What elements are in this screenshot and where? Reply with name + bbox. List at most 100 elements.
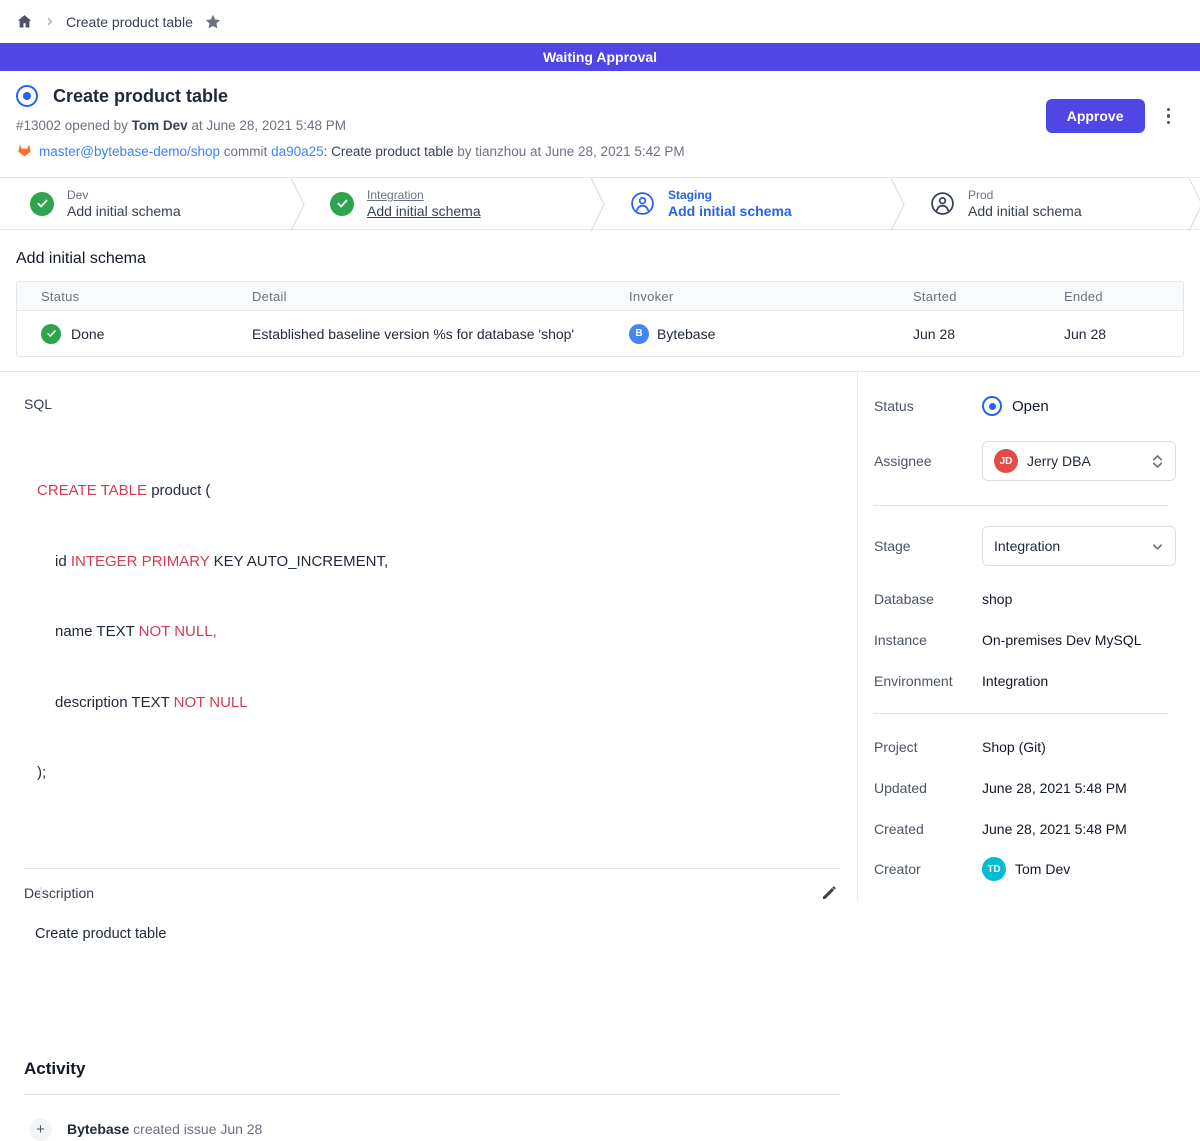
divider bbox=[24, 868, 840, 869]
assignee-select[interactable]: JD Jerry DBA bbox=[982, 441, 1176, 481]
assignee-avatar: JD bbox=[994, 449, 1018, 473]
creator-value: Tom Dev bbox=[1015, 861, 1070, 877]
home-icon[interactable] bbox=[16, 13, 33, 30]
task-section-title: Add initial schema bbox=[16, 250, 1184, 268]
environment-value: Integration bbox=[982, 673, 1048, 689]
sql-code-block: CREATE TABLE product ( id INTEGER PRIMAR… bbox=[37, 432, 857, 832]
creator-label: Creator bbox=[874, 861, 982, 877]
approve-button[interactable]: Approve bbox=[1046, 99, 1145, 133]
creator-avatar: TD bbox=[982, 857, 1006, 881]
activity-action: created issue Jun 28 bbox=[129, 1121, 262, 1137]
status-value: Open bbox=[1012, 398, 1049, 415]
stage-staging[interactable]: Staging Add initial schema bbox=[600, 178, 900, 229]
assignee-label: Assignee bbox=[874, 453, 982, 469]
issue-detail-panel: SQL CREATE TABLE product ( id INTEGER PR… bbox=[0, 372, 857, 901]
chevron-down-icon bbox=[1151, 540, 1164, 553]
invoker-name: Bytebase bbox=[657, 326, 715, 342]
divider bbox=[24, 1094, 840, 1095]
sql-text: product ( bbox=[147, 482, 210, 499]
stage-dev[interactable]: Dev Add initial schema bbox=[0, 178, 300, 229]
pipeline-stages: Dev Add initial schema Integration Add i… bbox=[0, 177, 1200, 230]
vcs-commit-message: : Create product table bbox=[324, 144, 454, 159]
status-label: Status bbox=[874, 398, 982, 414]
activity-actor: Bytebase bbox=[67, 1121, 129, 1137]
activity-title: Activity bbox=[24, 1059, 857, 1079]
created-label: Created bbox=[874, 821, 982, 837]
issue-header: Create product table #13002 opened by To… bbox=[0, 71, 1200, 161]
updated-label: Updated bbox=[874, 780, 982, 796]
gitlab-icon bbox=[16, 142, 33, 161]
project-value: Shop (Git) bbox=[982, 739, 1046, 755]
environment-label: Environment bbox=[874, 673, 982, 689]
sql-text: KEY AUTO_INCREMENT, bbox=[209, 553, 388, 570]
instance-value: On-premises Dev MySQL bbox=[982, 632, 1141, 648]
invoker-avatar: B bbox=[629, 324, 649, 344]
stage-value: Integration bbox=[994, 538, 1060, 554]
database-value: shop bbox=[982, 591, 1012, 607]
col-started: Started bbox=[913, 289, 1064, 304]
vcs-commit-line: master@bytebase-demo/shop commit da90a25… bbox=[16, 142, 1046, 161]
stage-select[interactable]: Integration bbox=[982, 526, 1176, 566]
stage-env-label: Dev bbox=[67, 188, 181, 202]
status-banner: Waiting Approval bbox=[0, 43, 1200, 71]
sql-keyword: INTEGER PRIMARY bbox=[71, 553, 210, 570]
sql-keyword: CREATE TABLE bbox=[37, 482, 147, 499]
task-started: Jun 28 bbox=[913, 326, 1064, 342]
task-detail: Established baseline version %s for data… bbox=[252, 326, 629, 342]
stage-env-label: Staging bbox=[668, 188, 792, 202]
stage-task-label: Add initial schema bbox=[367, 203, 481, 219]
stage-task-label: Add initial schema bbox=[67, 203, 181, 219]
project-label: Project bbox=[874, 739, 982, 755]
issue-meta: #13002 opened by Tom Dev at June 28, 202… bbox=[16, 118, 1046, 133]
issue-meta-suffix: at June 28, 2021 5:48 PM bbox=[188, 118, 346, 133]
activity-item: + Bytebase created issue Jun 28 bbox=[24, 1118, 857, 1141]
updated-value: June 28, 2021 5:48 PM bbox=[982, 780, 1127, 796]
sidebar-divider bbox=[874, 713, 1168, 714]
timeline-connector bbox=[40, 887, 42, 901]
check-done-icon bbox=[330, 192, 354, 216]
more-actions-icon[interactable] bbox=[1161, 104, 1177, 129]
issue-sidebar: Status Open Assignee JD Jerry DBA Stage … bbox=[857, 372, 1200, 901]
stage-env-label: Prod bbox=[968, 188, 1082, 202]
created-value: June 28, 2021 5:48 PM bbox=[982, 821, 1127, 837]
sql-keyword: NOT NULL bbox=[174, 694, 248, 711]
check-done-icon bbox=[41, 324, 61, 344]
vcs-commit-hash-link[interactable]: da90a25 bbox=[271, 144, 324, 159]
issue-author: Tom Dev bbox=[132, 118, 188, 133]
updown-chevron-icon bbox=[1151, 453, 1164, 470]
stage-env-label: Integration bbox=[367, 188, 481, 202]
database-label: Database bbox=[874, 591, 982, 607]
stage-prod[interactable]: Prod Add initial schema bbox=[900, 178, 1200, 229]
breadcrumb: Create product table bbox=[0, 0, 1200, 43]
description-text: Create product table bbox=[35, 926, 857, 942]
col-invoker: Invoker bbox=[629, 289, 913, 304]
open-status-icon bbox=[982, 396, 1002, 416]
check-done-icon bbox=[30, 192, 54, 216]
col-detail: Detail bbox=[252, 289, 629, 304]
sql-text: ); bbox=[37, 764, 46, 781]
sql-label: SQL bbox=[24, 396, 857, 412]
description-label: Description bbox=[24, 885, 94, 901]
vcs-branch-link[interactable]: master@bytebase-demo/shop bbox=[39, 144, 220, 159]
breadcrumb-page-label: Create product table bbox=[66, 14, 193, 30]
stage-integration[interactable]: Integration Add initial schema bbox=[300, 178, 600, 229]
task-ended: Jun 28 bbox=[1064, 326, 1159, 342]
stage-task-label: Add initial schema bbox=[968, 203, 1082, 219]
task-status: Done bbox=[71, 326, 104, 342]
edit-pencil-icon[interactable] bbox=[821, 885, 837, 901]
sql-keyword: NOT NULL, bbox=[139, 623, 217, 640]
vcs-commit-word: commit bbox=[220, 144, 271, 159]
star-bookmark-icon[interactable] bbox=[204, 13, 222, 31]
task-table-header: Status Detail Invoker Started Ended bbox=[17, 282, 1183, 311]
sql-text: name TEXT bbox=[55, 623, 139, 640]
plus-icon: + bbox=[29, 1118, 52, 1141]
vcs-commit-byline: by tianzhou at June 28, 2021 5:42 PM bbox=[453, 144, 684, 159]
task-table: Status Detail Invoker Started Ended Done… bbox=[16, 281, 1184, 357]
stage-label: Stage bbox=[874, 538, 982, 554]
sql-text: description TEXT bbox=[55, 694, 174, 711]
person-pending-icon bbox=[930, 191, 955, 216]
table-row: Done Established baseline version %s for… bbox=[17, 311, 1183, 356]
status-banner-text: Waiting Approval bbox=[543, 49, 657, 65]
col-status: Status bbox=[41, 289, 252, 304]
page-title: Create product table bbox=[53, 86, 228, 107]
